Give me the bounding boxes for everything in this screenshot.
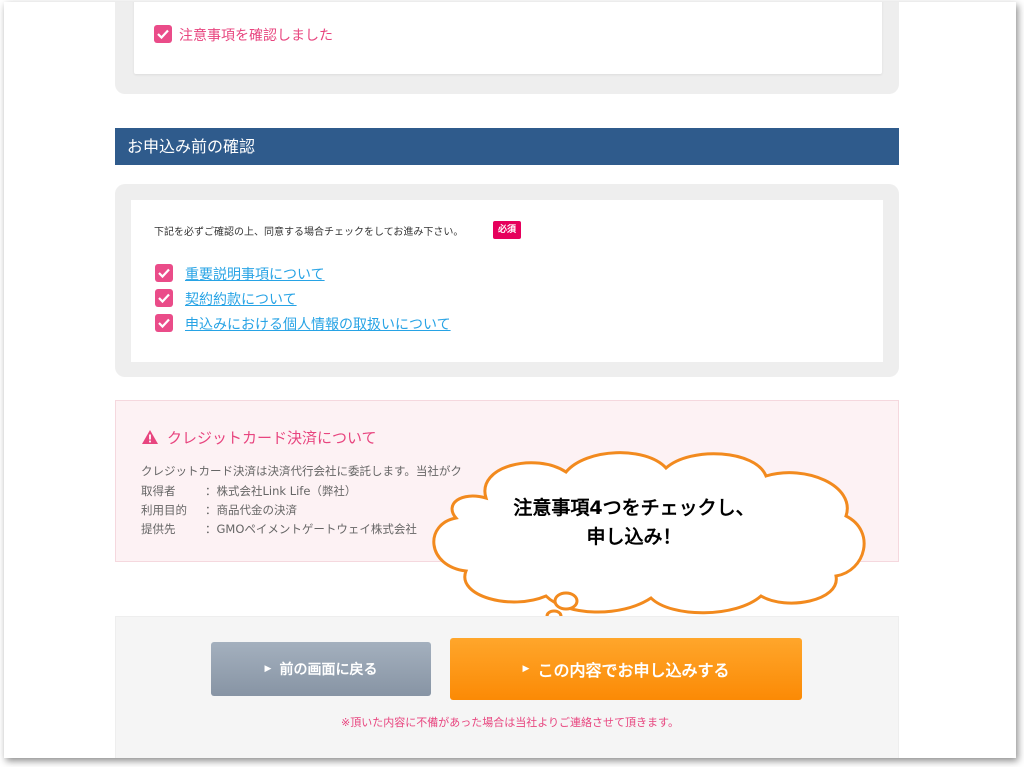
back-button-label: 前の画面に戻る	[279, 662, 378, 678]
credit-card-title: クレジットカード決済について	[167, 429, 377, 447]
credit-card-row: 提供先 ：GMOペイメントゲートウェイ株式会社	[141, 521, 417, 537]
caret-right-icon: ▶	[522, 664, 530, 674]
row-value: ：商品代金の決済	[205, 503, 297, 517]
warning-icon	[142, 430, 158, 444]
credit-card-row: 取得者 ：株式会社Link Life（弊社）	[141, 483, 356, 499]
callout-text: 注意事項4つをチェックし、 申し込み！	[444, 494, 824, 552]
footnote: ※頂いた内容に不備があった場合は当社よりご連絡させて頂きます。	[341, 716, 679, 729]
confirmation-instruction: 下記を必ずご確認の上、同意する場合チェックをしてお進み下さい。	[154, 227, 464, 238]
link-privacy-policy[interactable]: 申込みにおける個人情報の取扱いについて	[185, 314, 451, 334]
row-label: 利用目的	[141, 503, 187, 517]
required-badge: 必須	[493, 221, 522, 239]
notice-checkbox-label: 注意事項を確認しました	[179, 28, 333, 44]
check-icon	[158, 293, 170, 304]
caret-right-icon: ▶	[264, 664, 272, 674]
row-value: ：株式会社Link Life（弊社）	[205, 484, 357, 498]
callout-line-2: 申し込み！	[586, 526, 682, 548]
credit-card-description: クレジットカード決済は決済代行会社に委託します。当社がク	[141, 464, 462, 478]
check-icon	[157, 29, 169, 40]
submit-button-label: この内容でお申し込みする	[537, 661, 730, 680]
back-button[interactable]: ▶ 前の画面に戻る	[211, 642, 431, 696]
credit-card-row: 利用目的 ：商品代金の決済	[141, 502, 297, 518]
agree-checkbox-contract-terms[interactable]	[155, 289, 173, 307]
check-icon	[158, 318, 170, 329]
row-label: 取得者	[141, 484, 176, 498]
link-important-notes[interactable]: 重要説明事項について	[185, 264, 325, 284]
agree-checkbox-important-notes[interactable]	[155, 264, 173, 282]
notice-checkbox[interactable]	[154, 25, 172, 43]
check-icon	[158, 268, 170, 279]
callout-line-1: 注意事項4つをチェックし、	[513, 497, 755, 519]
page-frame: 注意事項を確認しました お申込み前の確認 下記を必ずご確認の上、同意する場合チェ…	[4, 2, 1016, 758]
agree-checkbox-privacy[interactable]	[155, 314, 173, 332]
section-header: お申込み前の確認	[115, 128, 899, 165]
row-label: 提供先	[141, 522, 176, 536]
row-value: ：GMOペイメントゲートウェイ株式会社	[205, 522, 417, 536]
link-contract-terms[interactable]: 契約約款について	[185, 289, 297, 309]
submit-button[interactable]: ▶ この内容でお申し込みする	[450, 638, 802, 700]
